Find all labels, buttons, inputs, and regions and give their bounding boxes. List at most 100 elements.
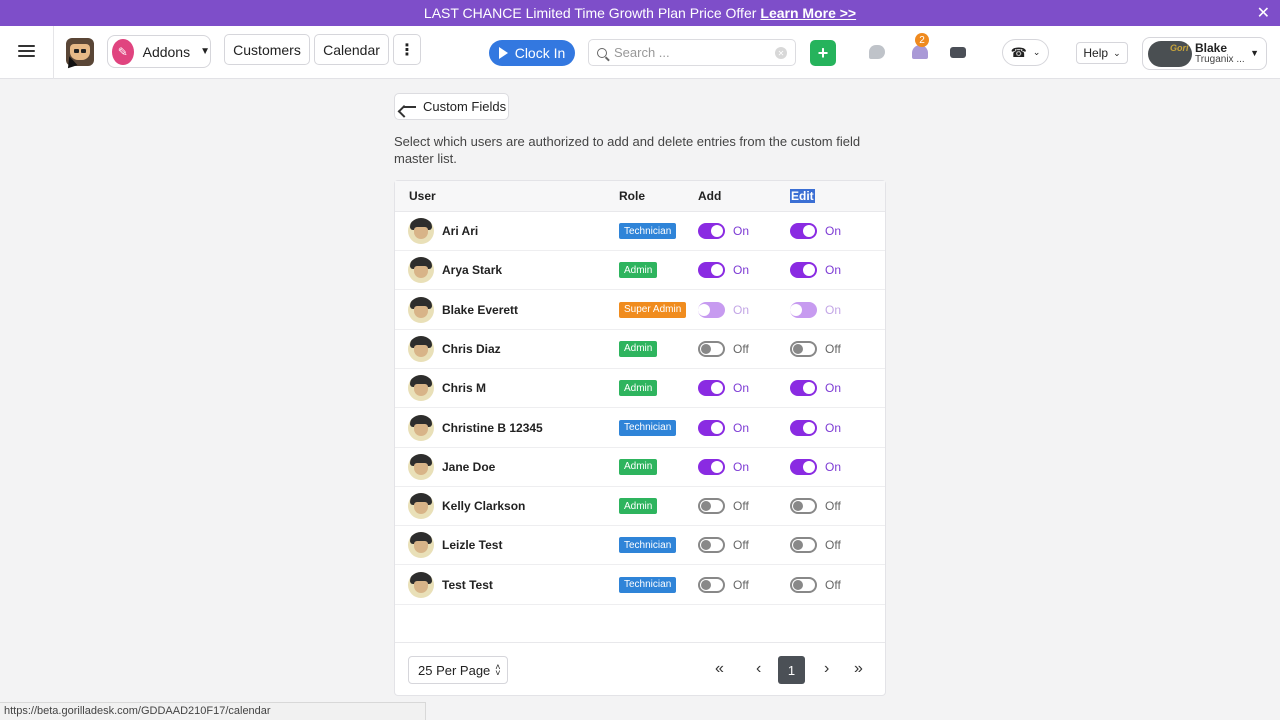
edit-permission-label: On (825, 420, 842, 435)
last-page-icon[interactable]: » (854, 660, 863, 678)
user-name-cell: Blake Everett (442, 302, 519, 317)
menu-icon[interactable] (18, 45, 35, 59)
edit-permission-toggle[interactable] (790, 340, 817, 357)
add-permission-toggle[interactable] (698, 498, 725, 515)
column-header-add[interactable]: Add (698, 189, 721, 203)
column-header-user[interactable]: User (409, 189, 436, 203)
add-permission-toggle[interactable] (698, 340, 725, 357)
notifications-icon[interactable] (912, 45, 928, 59)
calendar-button[interactable]: Calendar (314, 34, 389, 65)
search-input[interactable] (614, 45, 774, 60)
caret-down-icon: ▼ (200, 46, 210, 57)
table-footer: 25 Per Page ˄ ˅ « ‹ 1 › » (395, 642, 885, 696)
avatar (408, 414, 434, 441)
add-permission-toggle[interactable] (698, 380, 725, 397)
role-badge: Admin (619, 380, 658, 397)
promo-text: LAST CHANCE Limited Time Growth Plan Pri… (423, 5, 757, 21)
play-icon (498, 47, 508, 59)
previous-page-icon[interactable]: ‹ (756, 660, 761, 678)
chat-icon[interactable] (869, 45, 885, 59)
help-button[interactable]: Help ⌄ (1076, 42, 1128, 64)
inbox-icon[interactable] (950, 47, 966, 58)
first-page-icon[interactable]: « (715, 660, 724, 678)
add-permission-toggle[interactable] (698, 458, 725, 475)
chevron-down-icon: ⌄ (1113, 47, 1121, 58)
clock-in-label: Clock In (514, 45, 566, 61)
edit-permission-toggle (790, 301, 817, 318)
user-name: Blake (1195, 41, 1228, 55)
edit-permission-toggle[interactable] (790, 380, 817, 397)
role-badge: Technician (619, 419, 677, 436)
table-row: Leizle Test Technician Off Off (395, 526, 885, 566)
avatar (408, 571, 434, 598)
edit-permission-toggle[interactable] (790, 458, 817, 475)
per-page-label: 25 Per Page (418, 662, 491, 678)
phone-menu-button[interactable]: ☎ ⌄ (1002, 39, 1049, 66)
avatar (408, 257, 434, 284)
table-row: Christine B 12345 Technician On On (395, 409, 885, 448)
add-permission-label: On (733, 302, 750, 317)
addons-label: Addons (142, 43, 191, 60)
page-number-button[interactable]: 1 (778, 656, 805, 684)
edit-permission-toggle[interactable] (790, 576, 817, 593)
user-name-cell: Kelly Clarkson (442, 499, 526, 514)
table-row: Chris Diaz Admin Off Off (395, 330, 885, 369)
column-header-edit[interactable]: Edit (790, 189, 815, 203)
table-row: Test Test Technician Off Off (395, 566, 885, 605)
add-permission-toggle[interactable] (698, 262, 725, 279)
caret-down-icon: ▼ (1250, 48, 1259, 58)
user-menu[interactable]: Gori Blake Truganix ... ▼ (1142, 37, 1267, 70)
customers-button[interactable]: Customers (224, 34, 310, 65)
edit-permission-toggle[interactable] (790, 223, 817, 239)
avatar (408, 453, 434, 480)
user-name-cell: Christine B 12345 (442, 420, 543, 435)
table-row: Kelly Clarkson Admin Off Off (395, 487, 885, 527)
edit-permission-toggle[interactable] (790, 419, 817, 436)
add-permission-toggle (698, 301, 725, 318)
learn-more-link[interactable]: Learn More >> (760, 5, 856, 21)
add-permission-label: Off (733, 577, 749, 592)
avatar (408, 493, 434, 520)
column-header-role[interactable]: Role (619, 189, 645, 203)
next-page-icon[interactable]: › (824, 660, 829, 678)
clear-search-icon[interactable]: ✕ (775, 47, 787, 59)
search-box: ✕ (588, 39, 796, 66)
user-name-cell: Arya Stark (442, 263, 503, 278)
clock-in-button[interactable]: Clock In (489, 40, 575, 66)
role-badge: Technician (619, 576, 677, 593)
chevron-down-icon: ⌄ (1032, 47, 1041, 57)
table-row: Chris M Admin On On (395, 369, 885, 409)
avatar (408, 335, 434, 362)
back-button[interactable]: Custom Fields (394, 93, 509, 120)
edit-permission-toggle[interactable] (790, 262, 817, 279)
edit-permission-label: On (825, 302, 842, 317)
table-header: User Role Add Edit (395, 181, 885, 212)
edit-permission-toggle[interactable] (790, 498, 817, 515)
more-options-button[interactable]: ⋮ (393, 34, 421, 65)
edit-permission-label: Off (825, 341, 841, 356)
edit-permission-toggle[interactable] (790, 537, 817, 554)
header-divider (53, 26, 54, 79)
per-page-select[interactable]: 25 Per Page ˄ ˅ (408, 656, 508, 684)
promo-banner: LAST CHANCE Limited Time Growth Plan Pri… (0, 0, 1280, 26)
top-header: ✎ Addons ▼ Customers Calendar ⋮ Clock In… (0, 26, 1280, 79)
avatar (408, 532, 434, 559)
table-row: Ari Ari Technician On On (395, 212, 885, 251)
table-row: Jane Doe Admin On On (395, 448, 885, 487)
status-bar-url: https://beta.gorilladesk.com/GDDAAD210F1… (0, 702, 426, 720)
page-description: Select which users are authorized to add… (394, 134, 861, 166)
add-permission-toggle[interactable] (698, 576, 725, 593)
role-badge: Admin (619, 458, 658, 475)
quick-add-button[interactable]: + (810, 40, 836, 66)
add-permission-toggle[interactable] (698, 419, 725, 436)
table-row: Arya Stark Admin On On (395, 251, 885, 291)
add-permission-toggle[interactable] (698, 537, 725, 554)
sort-arrows-icon: ˄ ˅ (495, 662, 501, 678)
addons-button[interactable]: ✎ Addons ▼ (107, 35, 211, 68)
add-permission-label: On (733, 263, 750, 278)
close-icon[interactable]: ✕ (1257, 3, 1270, 23)
permissions-table: User Role Add Edit Ari Ari Technician On On… (394, 180, 886, 696)
add-permission-label: Off (733, 341, 749, 356)
add-permission-toggle[interactable] (698, 223, 725, 239)
avatar (408, 296, 434, 323)
